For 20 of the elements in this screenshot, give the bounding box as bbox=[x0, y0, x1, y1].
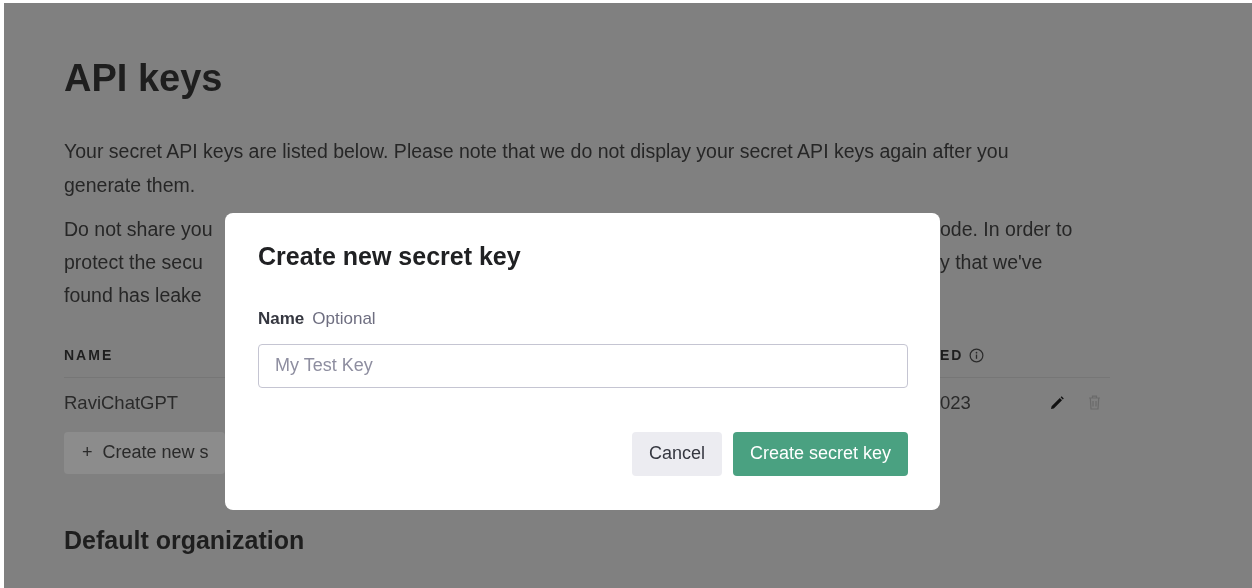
table-cell-text: 023 bbox=[940, 390, 971, 415]
notice-text: found has leake bbox=[64, 282, 203, 308]
dialog-title: Create new secret key bbox=[258, 241, 522, 271]
notice-text: ode. In order to bbox=[940, 216, 1073, 242]
pencil-icon[interactable] bbox=[1050, 395, 1064, 410]
section-title: Default organization bbox=[64, 524, 306, 556]
column-header: ED bbox=[940, 345, 964, 365]
field-label: Name bbox=[258, 309, 305, 328]
page-title: API keys bbox=[64, 56, 224, 101]
column-header: NAME bbox=[64, 346, 114, 363]
notice-text: y that we've bbox=[940, 249, 1043, 275]
intro-paragraph: Your secret API keys are listed below. Please note that we do not display your secret API keys again after you generate them. bbox=[64, 138, 1010, 198]
create-key-button[interactable]: + Create new s bbox=[64, 431, 225, 474]
notice-text: Do not share you bbox=[64, 216, 214, 242]
field-hint: Optional bbox=[312, 309, 376, 328]
key-name: RaviChatGPT bbox=[64, 391, 179, 413]
name-input-field[interactable]: My Test Key bbox=[258, 343, 908, 388]
notice-text: protect the secu bbox=[64, 249, 204, 275]
create-secret-key-button[interactable]: Create secret key bbox=[732, 431, 908, 476]
cancel-button[interactable]: Cancel bbox=[631, 431, 722, 476]
